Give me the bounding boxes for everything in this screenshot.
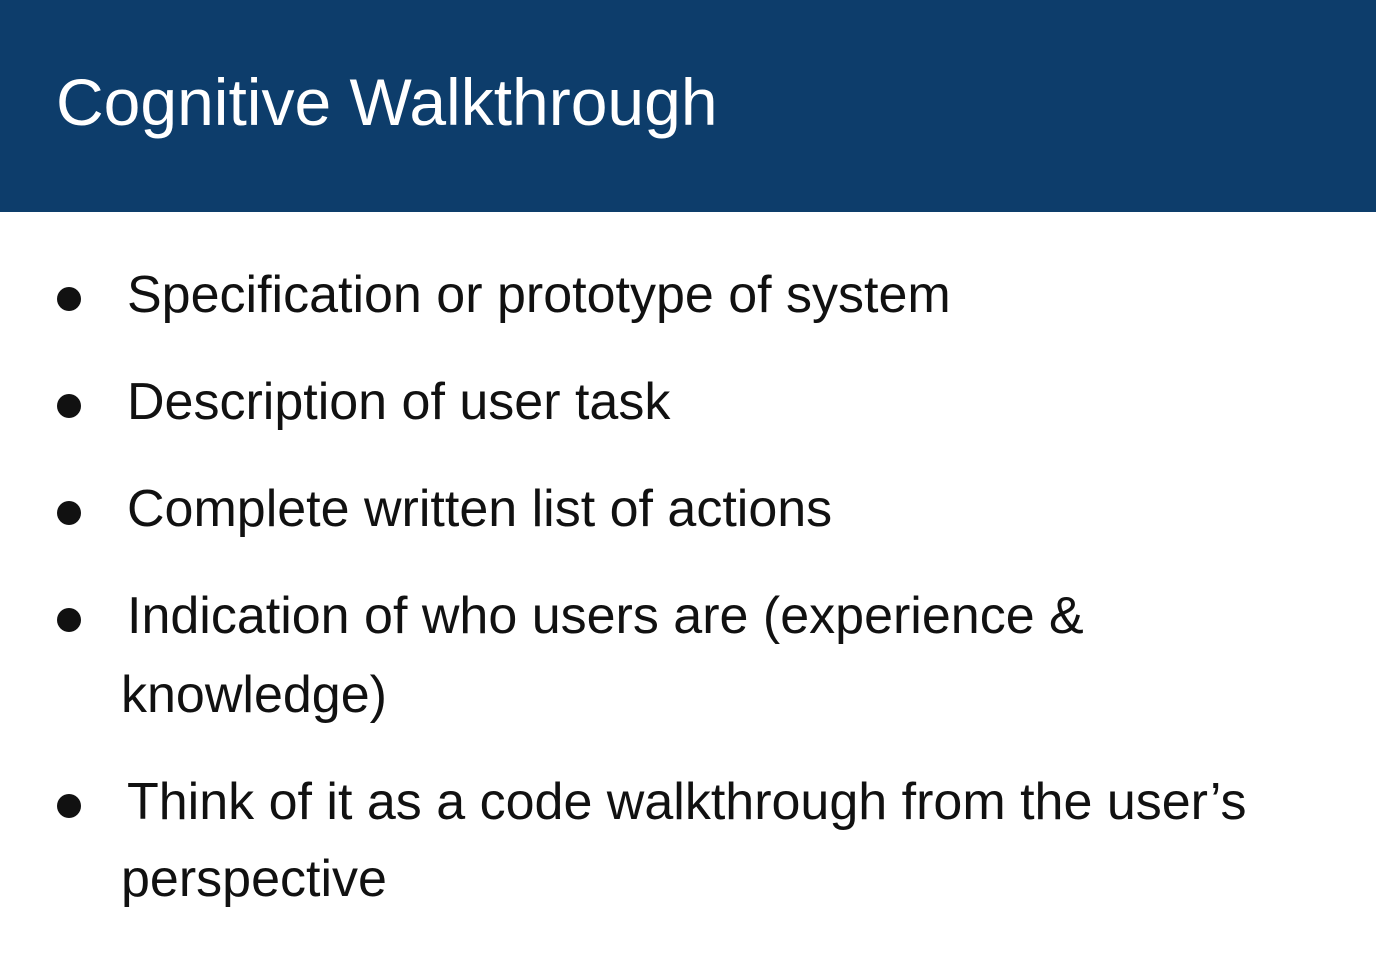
- bullet-text: Indication of who users are (experience …: [127, 587, 1084, 645]
- slide: Cognitive Walkthrough Specification or p…: [0, 0, 1376, 976]
- bullet-text: Think of it as a code walkthrough from t…: [127, 773, 1247, 831]
- title-bar: Cognitive Walkthrough: [0, 0, 1376, 212]
- slide-title: Cognitive Walkthrough: [56, 65, 718, 139]
- bullet-text: Description of user task: [127, 373, 671, 431]
- bullet-dot-icon: [57, 794, 81, 818]
- bullet-text: Specification or prototype of system: [127, 266, 951, 324]
- bullet-text: Complete written list of actions: [127, 480, 833, 538]
- bullet-dot-icon: [57, 394, 81, 418]
- bullet-dot-icon: [57, 287, 81, 311]
- bullet-text-continued: knowledge): [121, 666, 387, 724]
- bullet-dot-icon: [57, 608, 81, 632]
- bullet-text-continued: perspective: [121, 850, 387, 908]
- bullet-dot-icon: [57, 501, 81, 525]
